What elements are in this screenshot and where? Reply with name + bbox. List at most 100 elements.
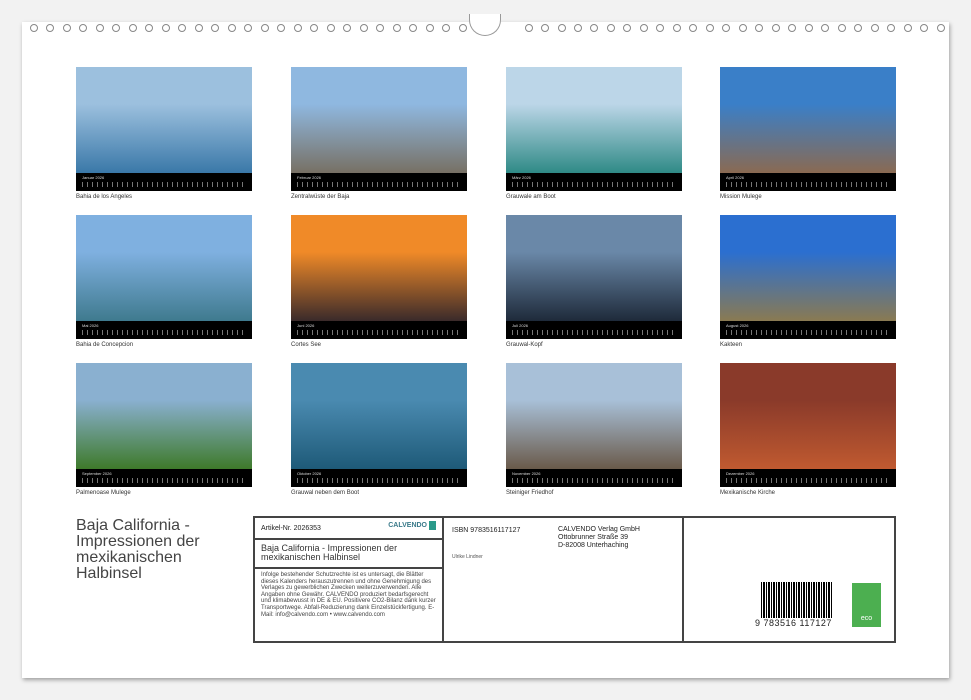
day-numbers [512, 182, 676, 187]
photo-caption: Kakteen [720, 342, 896, 348]
binding-ring [343, 24, 351, 32]
calendar-title: Baja California - Impressionen der mexik… [76, 518, 246, 582]
isbn: ISBN 9783516117127 [452, 527, 520, 534]
photo-caption: Grauwale am Boot [506, 194, 682, 200]
month-photo [291, 67, 467, 173]
binding-ring [376, 24, 384, 32]
month-label: März 2026 [512, 175, 531, 180]
binding-ring [525, 24, 533, 32]
binding-ring [30, 24, 38, 32]
publisher-line: D-82008 Unterhaching [558, 542, 640, 550]
binding-ring [228, 24, 236, 32]
binding-ring [904, 24, 912, 32]
month-label: Januar 2026 [82, 175, 104, 180]
eco-leaf-icon: eco [852, 583, 881, 627]
photo-caption: Palmenoase Mulege [76, 490, 252, 496]
calvendo-logo: CALVENDO [388, 521, 436, 530]
binding-ring [821, 24, 829, 32]
month-tile: Mai 2026 Bahia de Concepcion [76, 215, 252, 348]
calendar-strip: Januar 2026 [76, 173, 252, 191]
binding-ring [327, 24, 335, 32]
calendar-strip: März 2026 [506, 173, 682, 191]
binding-ring [590, 24, 598, 32]
month-label: Juni 2026 [297, 323, 314, 328]
month-label: September 2026 [82, 471, 112, 476]
binding-ring [623, 24, 631, 32]
article-row: Artikel-Nr. 2026353 CALVENDO [255, 518, 442, 540]
month-label: November 2026 [512, 471, 540, 476]
month-photo [506, 67, 682, 173]
eco-label: eco [861, 615, 872, 622]
month-tile: Juli 2026 Grauwal-Kopf [506, 215, 682, 348]
month-tile: November 2026 Steiniger Friedhof [506, 363, 682, 496]
binding-ring [755, 24, 763, 32]
month-photo [720, 215, 896, 321]
calendar-strip: August 2026 [720, 321, 896, 339]
binding-ring [640, 24, 648, 32]
month-tile: Januar 2026 Bahia de los Angeles [76, 67, 252, 200]
calendar-strip: September 2026 [76, 469, 252, 487]
binding-ring [46, 24, 54, 32]
binding-ring [838, 24, 846, 32]
legal-text: Infolge bestehender Schutzrechte ist es … [255, 569, 442, 621]
photo-caption: Zentralwüste der Baja [291, 194, 467, 200]
binding-ring [854, 24, 862, 32]
info-column-left: Artikel-Nr. 2026353 CALVENDO Baja Califo… [255, 518, 444, 641]
photo-caption: Grauwal neben dem Boot [291, 490, 467, 496]
binding-ring [689, 24, 697, 32]
month-photo [291, 215, 467, 321]
binding-ring [920, 24, 928, 32]
day-numbers [82, 330, 246, 335]
month-label: August 2026 [726, 323, 748, 328]
book-title: Baja California - Impressionen der mexik… [255, 540, 442, 569]
month-photo [291, 363, 467, 469]
binding-ring [871, 24, 879, 32]
barcode-number: 9 783516 117127 [755, 618, 832, 628]
month-tile: März 2026 Grauwale am Boot [506, 67, 682, 200]
binding-ring [607, 24, 615, 32]
day-numbers [726, 182, 890, 187]
binding-ring [442, 24, 450, 32]
binding-ring [244, 24, 252, 32]
day-numbers [297, 478, 461, 483]
publisher-line: CALVENDO Verlag GmbH [558, 526, 640, 534]
author: Ulrike Lindner [452, 554, 483, 560]
logo-icon [429, 521, 436, 530]
photo-caption: Cortes See [291, 342, 467, 348]
photo-caption: Mexikanische Kirche [720, 490, 896, 496]
month-tile: September 2026 Palmenoase Mulege [76, 363, 252, 496]
binding-ring [294, 24, 302, 32]
calendar-strip: Dezember 2026 [720, 469, 896, 487]
binding-ring [277, 24, 285, 32]
month-photo [76, 363, 252, 469]
photo-caption: Bahia de Concepcion [76, 342, 252, 348]
month-photo [720, 67, 896, 173]
photo-caption: Steiniger Friedhof [506, 490, 682, 496]
article-number: Artikel-Nr. 2026353 [261, 525, 321, 532]
month-tile: Oktober 2026 Grauwal neben dem Boot [291, 363, 467, 496]
month-label: Februar 2026 [297, 175, 321, 180]
day-numbers [726, 478, 890, 483]
month-tile: August 2026 Kakteen [720, 215, 896, 348]
binding-ring [261, 24, 269, 32]
binding-ring [739, 24, 747, 32]
info-box: Artikel-Nr. 2026353 CALVENDO Baja Califo… [253, 516, 896, 643]
binding-ring [162, 24, 170, 32]
binding-ring [409, 24, 417, 32]
calendar-strip: November 2026 [506, 469, 682, 487]
month-tile: Dezember 2026 Mexikanische Kirche [720, 363, 896, 496]
month-photo [76, 67, 252, 173]
publisher-line: Ottobrunner Straße 39 [558, 534, 640, 542]
binding-ring [360, 24, 368, 32]
month-label: Oktober 2026 [297, 471, 321, 476]
binding-ring [805, 24, 813, 32]
calendar-strip: Juli 2026 [506, 321, 682, 339]
binding-ring [63, 24, 71, 32]
month-tile: April 2026 Mission Mulege [720, 67, 896, 200]
info-column-middle: ISBN 9783516117127 Ulrike Lindner CALVEN… [444, 518, 684, 641]
month-photo [76, 215, 252, 321]
binding-ring [178, 24, 186, 32]
binding-ring [129, 24, 137, 32]
day-numbers [297, 182, 461, 187]
binding-ring [574, 24, 582, 32]
